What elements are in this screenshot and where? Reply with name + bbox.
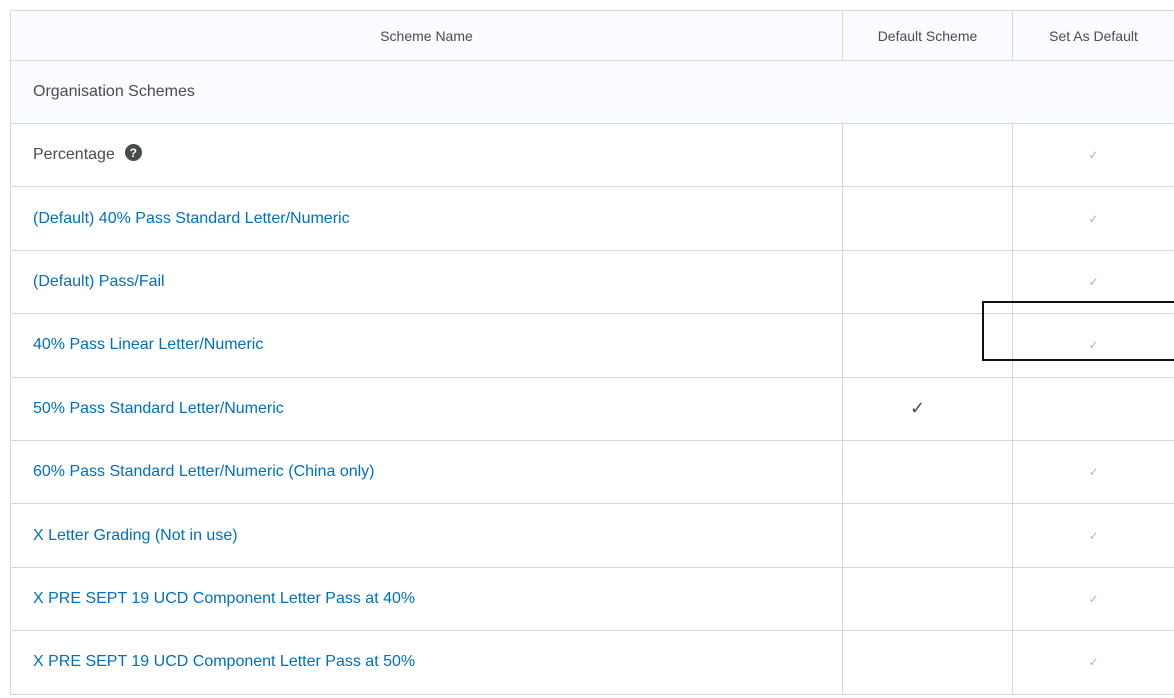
grade-schemes-table: Scheme Name Default Scheme Set As Defaul… [10,10,1174,695]
table-row: X PRE SEPT 19 UCD Component Letter Pass … [10,566,1174,632]
table-row: (Default) 40% Pass Standard Letter/Numer… [10,186,1174,251]
default-checkmark-icon: ✓ [909,398,926,419]
header-default-scheme: Default Scheme [842,10,1013,61]
header-set-as-default: Set As Default [1012,10,1174,61]
scheme-link[interactable]: (Default) Pass/Fail [33,273,165,290]
table-row: 40% Pass Linear Letter/Numeric ✓ [10,313,1174,378]
default-scheme-cell [842,439,1013,505]
set-default-checkmark-icon[interactable]: ✓ [1088,338,1098,352]
set-default-checkmark-icon[interactable]: ✓ [1088,529,1098,543]
scheme-name-cell: (Default) Pass/Fail [10,249,843,315]
set-as-default-cell: ✓ [1012,122,1174,188]
scheme-link[interactable]: X Letter Grading (Not in use) [33,527,238,544]
table-row: 60% Pass Standard Letter/Numeric (China … [10,439,1174,505]
group-row-organisation-schemes: Organisation Schemes [10,60,1174,124]
scheme-name: Percentage [33,146,115,164]
table-row: (Default) Pass/Fail ✓ [10,249,1174,315]
scheme-name-cell: Percentage? [10,122,843,188]
set-as-default-cell: ✓ [1012,313,1174,378]
header-scheme-name: Scheme Name [10,10,843,61]
set-default-checkmark-icon[interactable]: ✓ [1088,465,1098,479]
set-as-default-cell: ✓ [1012,186,1174,251]
default-scheme-cell [842,186,1013,251]
scheme-name-cell: X PRE SEPT 19 UCD Component Letter Pass … [10,630,843,695]
scheme-name-cell: 60% Pass Standard Letter/Numeric (China … [10,439,843,505]
default-scheme-cell [842,313,1013,378]
group-label: Organisation Schemes [10,60,1174,124]
set-default-checkmark-icon[interactable]: ✓ [1088,148,1098,162]
set-as-default-cell: ✓ [1012,630,1174,695]
header-row: Scheme Name Default Scheme Set As Defaul… [10,10,1174,61]
table-row: X Letter Grading (Not in use) ✓ [10,503,1174,568]
set-default-checkmark-icon[interactable]: ✓ [1088,592,1098,606]
table-body: Organisation Schemes Percentage? ✓ (Defa… [10,60,1174,695]
set-as-default-cell: ✓ [1012,566,1174,632]
table-row: Percentage? ✓ [10,122,1174,188]
scheme-name-cell: (Default) 40% Pass Standard Letter/Numer… [10,186,843,251]
default-scheme-cell [842,122,1013,188]
grade-schemes-panel: Scheme Name Default Scheme Set As Defaul… [10,10,1174,698]
set-as-default-cell: ✓ [1012,503,1174,568]
table-row: X PRE SEPT 19 UCD Component Letter Pass … [10,630,1174,695]
scheme-link[interactable]: 40% Pass Linear Letter/Numeric [33,336,263,353]
scheme-link[interactable]: X PRE SEPT 19 UCD Component Letter Pass … [33,590,415,607]
scheme-name-cell: 40% Pass Linear Letter/Numeric [10,313,843,378]
set-default-checkmark-icon[interactable]: ✓ [1088,655,1098,669]
scheme-link[interactable]: X PRE SEPT 19 UCD Component Letter Pass … [33,653,415,670]
default-scheme-cell: ✓ [842,376,1013,441]
default-scheme-cell [842,630,1013,695]
default-scheme-cell [842,503,1013,568]
set-as-default-cell [1012,376,1174,441]
table-row: 50% Pass Standard Letter/Numeric ✓ [10,376,1174,441]
set-as-default-cell: ✓ [1012,439,1174,505]
scheme-link[interactable]: (Default) 40% Pass Standard Letter/Numer… [33,210,350,227]
scheme-name-cell: X PRE SEPT 19 UCD Component Letter Pass … [10,566,843,632]
set-as-default-cell: ✓ [1012,249,1174,315]
scheme-link[interactable]: 60% Pass Standard Letter/Numeric (China … [33,463,375,480]
scheme-name-cell: 50% Pass Standard Letter/Numeric [10,376,843,441]
default-scheme-cell [842,249,1013,315]
scheme-link[interactable]: 50% Pass Standard Letter/Numeric [33,400,284,417]
set-default-checkmark-icon[interactable]: ✓ [1088,275,1098,289]
default-scheme-cell [842,566,1013,632]
set-default-checkmark-icon[interactable]: ✓ [1088,212,1098,226]
table-header: Scheme Name Default Scheme Set As Defaul… [10,10,1174,61]
question-circle-icon[interactable]: ? [124,144,142,162]
scheme-name-cell: X Letter Grading (Not in use) [10,503,843,568]
